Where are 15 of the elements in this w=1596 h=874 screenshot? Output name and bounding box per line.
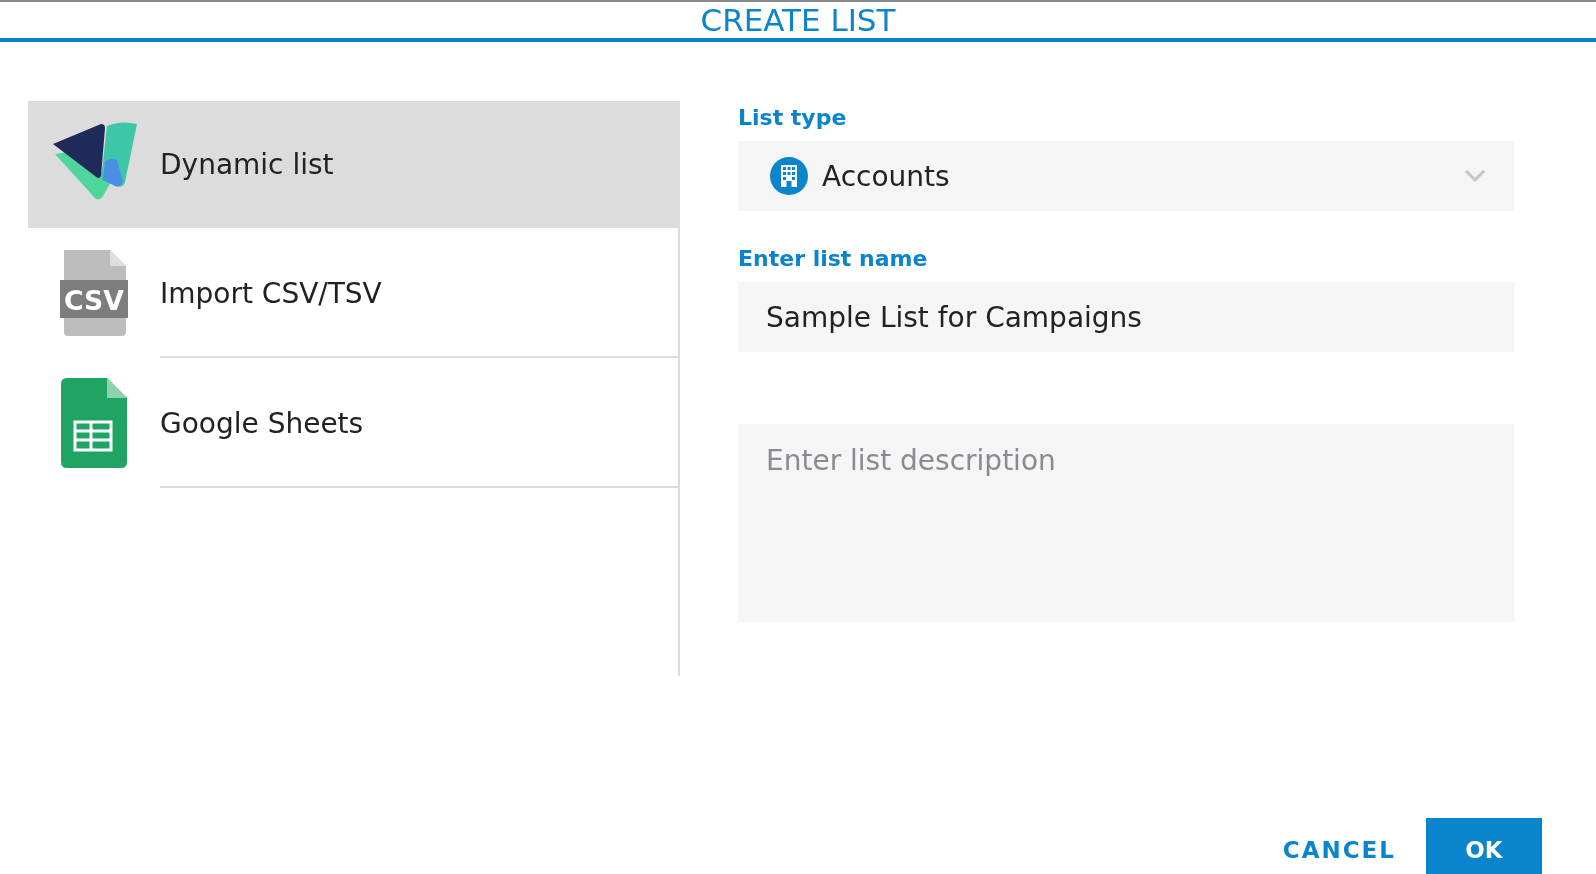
dialog-title: CREATE LIST bbox=[700, 2, 896, 38]
field-label: List type bbox=[738, 105, 848, 130]
ok-button[interactable]: OK bbox=[1426, 818, 1542, 874]
list-source-item[interactable]: CSV Import CSV/TSV bbox=[28, 228, 678, 358]
cancel-button[interactable]: CANCEL bbox=[1282, 827, 1396, 873]
list-name-field[interactable]: Sample List for Campaigns bbox=[738, 282, 1514, 353]
list-source-item[interactable]: Google Sheets bbox=[28, 358, 678, 488]
list-type-dropdown[interactable]: Accounts bbox=[738, 141, 1514, 211]
dropdown-value: Accounts bbox=[822, 159, 951, 193]
chevron-down-icon bbox=[1464, 169, 1486, 183]
list-description-field[interactable]: Enter list description bbox=[738, 424, 1514, 622]
building-icon bbox=[770, 157, 808, 195]
list-source-item[interactable]: Dynamic list bbox=[28, 101, 678, 228]
spreadsheet-file-icon bbox=[61, 378, 127, 468]
field-label: Enter list name bbox=[738, 246, 929, 271]
